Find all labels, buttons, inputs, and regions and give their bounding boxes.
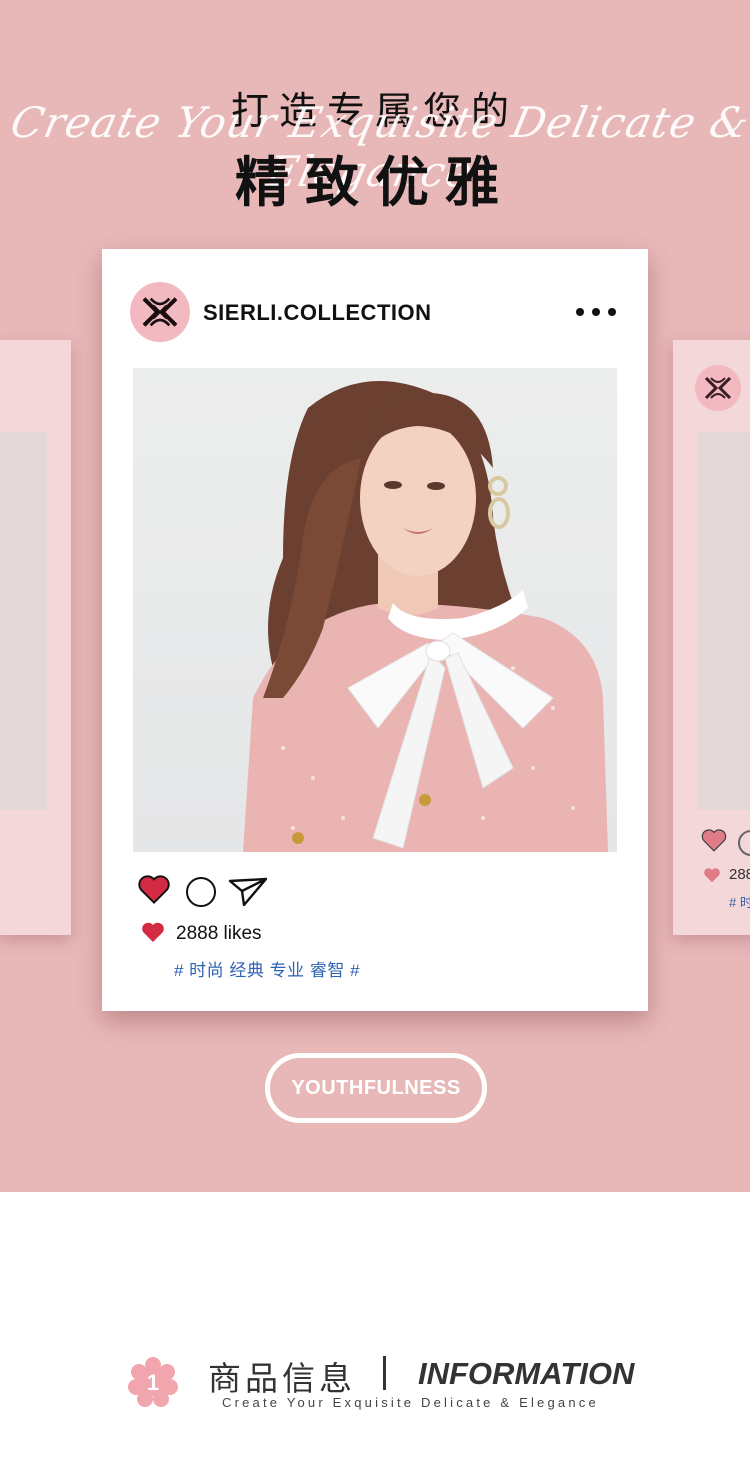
section-subtitle: Create Your Exquisite Delicate & Eleganc… — [222, 1395, 599, 1410]
flower-badge-icon: 1 — [128, 1357, 178, 1407]
likes-count: 288 — [729, 866, 750, 883]
avatar[interactable] — [130, 282, 190, 342]
hashtags[interactable]: # 时尚 经典 专业 睿智 # — [174, 956, 360, 981]
post-photo[interactable] — [133, 368, 617, 852]
heart-icon — [704, 868, 720, 883]
comment-icon[interactable] — [186, 877, 216, 907]
likes-count: 2888 likes — [176, 923, 262, 944]
headline-main: 精致优雅 — [235, 151, 515, 214]
heart-icon[interactable] — [701, 828, 727, 852]
comment-icon[interactable] — [738, 830, 750, 856]
brand-logo-icon — [142, 297, 178, 327]
brand-logo-icon — [695, 365, 741, 411]
side-card-right-image — [697, 432, 750, 810]
side-card-left-image — [0, 432, 47, 810]
side-card-left[interactable] — [0, 340, 71, 935]
post-card: SIERLI.COLLECTION 2888 likes # 时尚 经典 专业 … — [102, 249, 648, 1011]
hashtags[interactable]: # 时 — [729, 892, 750, 911]
heart-icon — [142, 922, 164, 942]
share-icon[interactable] — [228, 875, 268, 907]
youthfulness-button[interactable]: YOUTHFULNESS — [265, 1053, 487, 1123]
heart-icon[interactable] — [137, 874, 171, 904]
side-card-right[interactable]: 288 # 时 — [673, 340, 750, 935]
section-divider — [383, 1356, 386, 1390]
more-options-icon[interactable] — [576, 305, 616, 319]
section-title-cn: 商品信息 — [208, 1359, 356, 1398]
account-name[interactable]: SIERLI.COLLECTION — [203, 300, 432, 326]
section-number: 1 — [147, 1370, 159, 1395]
section-title-en: INFORMATION — [418, 1356, 635, 1391]
model-illustration — [243, 381, 608, 852]
